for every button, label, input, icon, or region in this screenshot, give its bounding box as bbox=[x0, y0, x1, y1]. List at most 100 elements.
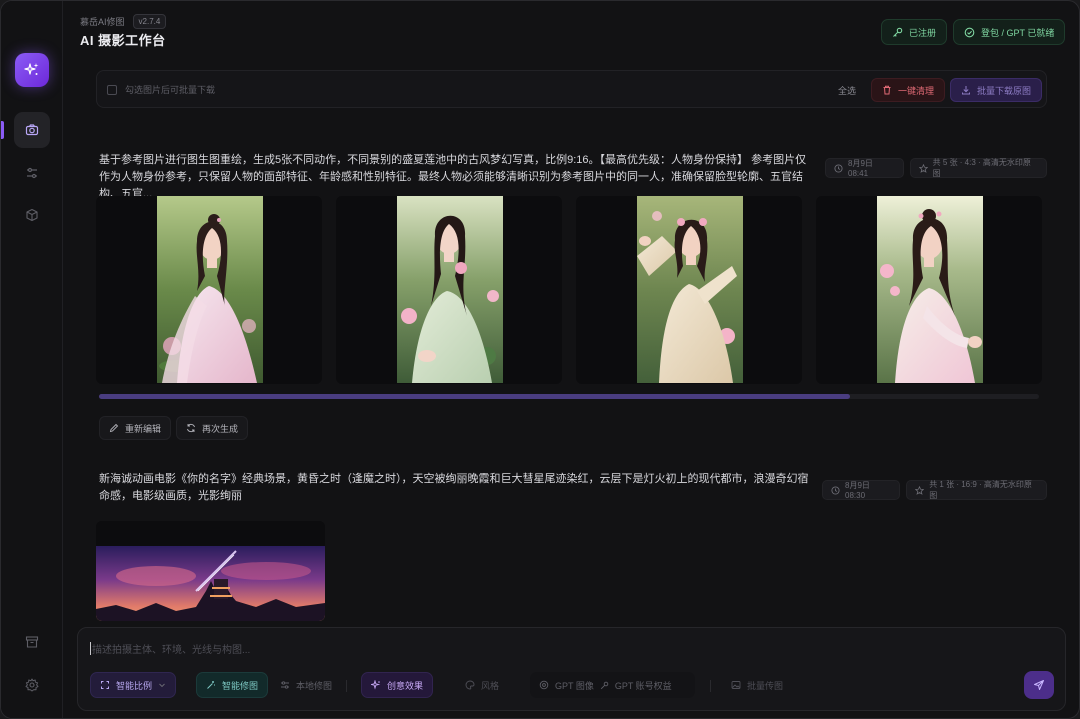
nav-item-camera[interactable] bbox=[14, 112, 50, 148]
local-retouch-label: 本地修图 bbox=[296, 680, 333, 691]
results-feed: 基于参考图片进行图生图重绘，生成5张不同动作，不同景别的盛夏莲池中的古风梦幻写真… bbox=[96, 116, 1047, 621]
sparkle-icon bbox=[24, 62, 40, 78]
nav-item-adjust[interactable] bbox=[14, 155, 50, 191]
app-subtitle: 慕岳AI修图 bbox=[80, 17, 125, 27]
result-image[interactable] bbox=[96, 521, 325, 621]
version-badge: v2.7.4 bbox=[132, 14, 167, 29]
prompt-composer: 描述拍摄主体、环境、光线与构图... 智能比例 智能修图 本地修图 创意效果 风… bbox=[77, 627, 1066, 711]
result-image[interactable] bbox=[157, 196, 263, 383]
image-icon bbox=[731, 680, 741, 690]
result-image-cell[interactable] bbox=[816, 196, 1042, 384]
nav-item-archive[interactable] bbox=[14, 624, 50, 660]
chevron-down-icon bbox=[158, 681, 166, 689]
select-hint[interactable]: 勾选图片后可批量下载 bbox=[107, 83, 215, 96]
cube-icon bbox=[25, 208, 39, 222]
style-button[interactable]: 风格 bbox=[456, 672, 508, 698]
task-info: 共 1 张 · 16:9 · 高清无水印原图 bbox=[929, 480, 1032, 500]
app-title: AI 摄影工作台 bbox=[80, 33, 166, 48]
settings-icon bbox=[25, 678, 39, 692]
re-edit-label: 重新编辑 bbox=[125, 423, 162, 434]
gpt-image-label: GPT 图像 bbox=[555, 680, 594, 691]
sliders-icon bbox=[280, 680, 290, 690]
app-logo-button[interactable] bbox=[15, 53, 49, 87]
nav-item-settings[interactable] bbox=[14, 667, 50, 703]
task-meta: 8月9日 08:30 共 1 张 · 16:9 · 高清无水印原图 bbox=[822, 480, 1047, 500]
task-time-chip: 8月9日 08:30 bbox=[822, 480, 901, 500]
result-image[interactable] bbox=[637, 196, 743, 383]
key-icon bbox=[892, 27, 903, 38]
trash-icon bbox=[882, 85, 892, 95]
task-info-chip: 共 1 张 · 16:9 · 高清无水印原图 bbox=[906, 480, 1047, 500]
batch-toolbar: 勾选图片后可批量下载 全选 一键清理 批量下载原图 bbox=[96, 70, 1047, 108]
local-retouch-button[interactable]: 本地修图 bbox=[271, 672, 341, 698]
result-image-row bbox=[96, 196, 1042, 384]
task-info-chip: 共 5 张 · 4:3 · 高清无水印原图 bbox=[909, 158, 1047, 178]
regenerate-label: 再次生成 bbox=[202, 423, 239, 434]
nav-active-indicator bbox=[1, 121, 4, 139]
gpt-icon bbox=[539, 680, 549, 690]
batch-upload-button[interactable]: 批量传图 bbox=[722, 672, 792, 698]
task-time-chip: 8月9日 08:41 bbox=[825, 158, 904, 178]
result-image-cell[interactable] bbox=[336, 196, 562, 384]
magic-wand-icon bbox=[206, 680, 216, 690]
gpt-image-button[interactable]: GPT 图像 GPT 账号权益 bbox=[530, 672, 695, 698]
task-meta: 8月9日 08:41 共 5 张 · 4:3 · 高清无水印原图 bbox=[825, 158, 1047, 178]
clear-all-button[interactable]: 一键清理 bbox=[871, 78, 946, 102]
gpt-account-label: GPT 账号权益 bbox=[614, 680, 672, 691]
service-status-button[interactable]: 登包 / GPT 已就绪 bbox=[953, 19, 1066, 45]
image-row-scrollbar-thumb[interactable] bbox=[99, 394, 850, 399]
aspect-ratio-dropdown[interactable]: 智能比例 bbox=[90, 672, 177, 698]
registered-label: 已注册 bbox=[909, 27, 937, 38]
result-image-cell[interactable] bbox=[576, 196, 802, 384]
download-icon bbox=[961, 85, 971, 95]
key-icon bbox=[600, 681, 609, 690]
divider bbox=[346, 680, 347, 692]
task-time: 8月9日 08:30 bbox=[845, 481, 870, 500]
archive-icon bbox=[25, 635, 39, 649]
palette-icon bbox=[465, 680, 475, 690]
clock-icon bbox=[831, 485, 840, 495]
check-circle-icon bbox=[964, 27, 975, 38]
creative-effects-label: 创意效果 bbox=[387, 680, 424, 691]
divider bbox=[710, 680, 711, 692]
send-button[interactable] bbox=[1024, 671, 1054, 699]
text-caret bbox=[90, 642, 91, 655]
clock-icon bbox=[834, 163, 843, 173]
result-image-cell[interactable] bbox=[96, 521, 325, 621]
expand-icon bbox=[100, 680, 110, 690]
aspect-ratio-label: 智能比例 bbox=[116, 680, 153, 691]
star-icon bbox=[918, 163, 928, 173]
regenerate-button[interactable]: 再次生成 bbox=[176, 416, 249, 440]
refresh-icon bbox=[186, 423, 196, 433]
sidebar bbox=[1, 1, 63, 718]
prompt-input[interactable]: 描述拍摄主体、环境、光线与构图... bbox=[90, 641, 250, 656]
result-image[interactable] bbox=[397, 196, 503, 383]
task-info: 共 5 张 · 4:3 · 高清无水印原图 bbox=[932, 158, 1031, 178]
send-icon bbox=[1033, 679, 1045, 691]
batch-upload-label: 批量传图 bbox=[747, 680, 784, 691]
sliders-icon bbox=[25, 166, 39, 180]
smart-retouch-label: 智能修图 bbox=[222, 680, 259, 691]
result-image-cell[interactable] bbox=[96, 196, 322, 384]
select-hint-label: 勾选图片后可批量下载 bbox=[125, 85, 216, 95]
clear-all-label: 一键清理 bbox=[898, 85, 935, 96]
registered-button[interactable]: 已注册 bbox=[881, 19, 948, 45]
sparkle-icon bbox=[371, 680, 381, 690]
result-image[interactable] bbox=[877, 196, 983, 383]
task-time: 8月9日 08:41 bbox=[848, 159, 873, 178]
re-edit-button[interactable]: 重新编辑 bbox=[99, 416, 172, 440]
select-checkbox[interactable] bbox=[107, 84, 117, 95]
star-icon bbox=[915, 485, 925, 495]
creative-effects-button[interactable]: 创意效果 bbox=[361, 672, 434, 698]
app-window: 慕岳AI修图 v2.7.4 AI 摄影工作台 已注册 登包 / GPT 已就绪 … bbox=[0, 0, 1080, 719]
style-label: 风格 bbox=[481, 680, 500, 691]
app-subtitle-row: 慕岳AI修图 v2.7.4 bbox=[80, 14, 167, 29]
camera-icon bbox=[25, 123, 39, 137]
task-prompt: 新海诚动画电影《你的名字》经典场景，黄昏之时（逢魔之时），天空被绚丽晚霞和巨大彗… bbox=[99, 473, 809, 502]
batch-download-label: 批量下载原图 bbox=[977, 85, 1032, 96]
nav-item-3d[interactable] bbox=[14, 197, 50, 233]
smart-retouch-button[interactable]: 智能修图 bbox=[196, 672, 269, 698]
batch-download-button[interactable]: 批量下载原图 bbox=[950, 78, 1043, 102]
service-status-label: 登包 / GPT 已就绪 bbox=[981, 27, 1055, 38]
select-all-button[interactable]: 全选 bbox=[838, 84, 856, 97]
